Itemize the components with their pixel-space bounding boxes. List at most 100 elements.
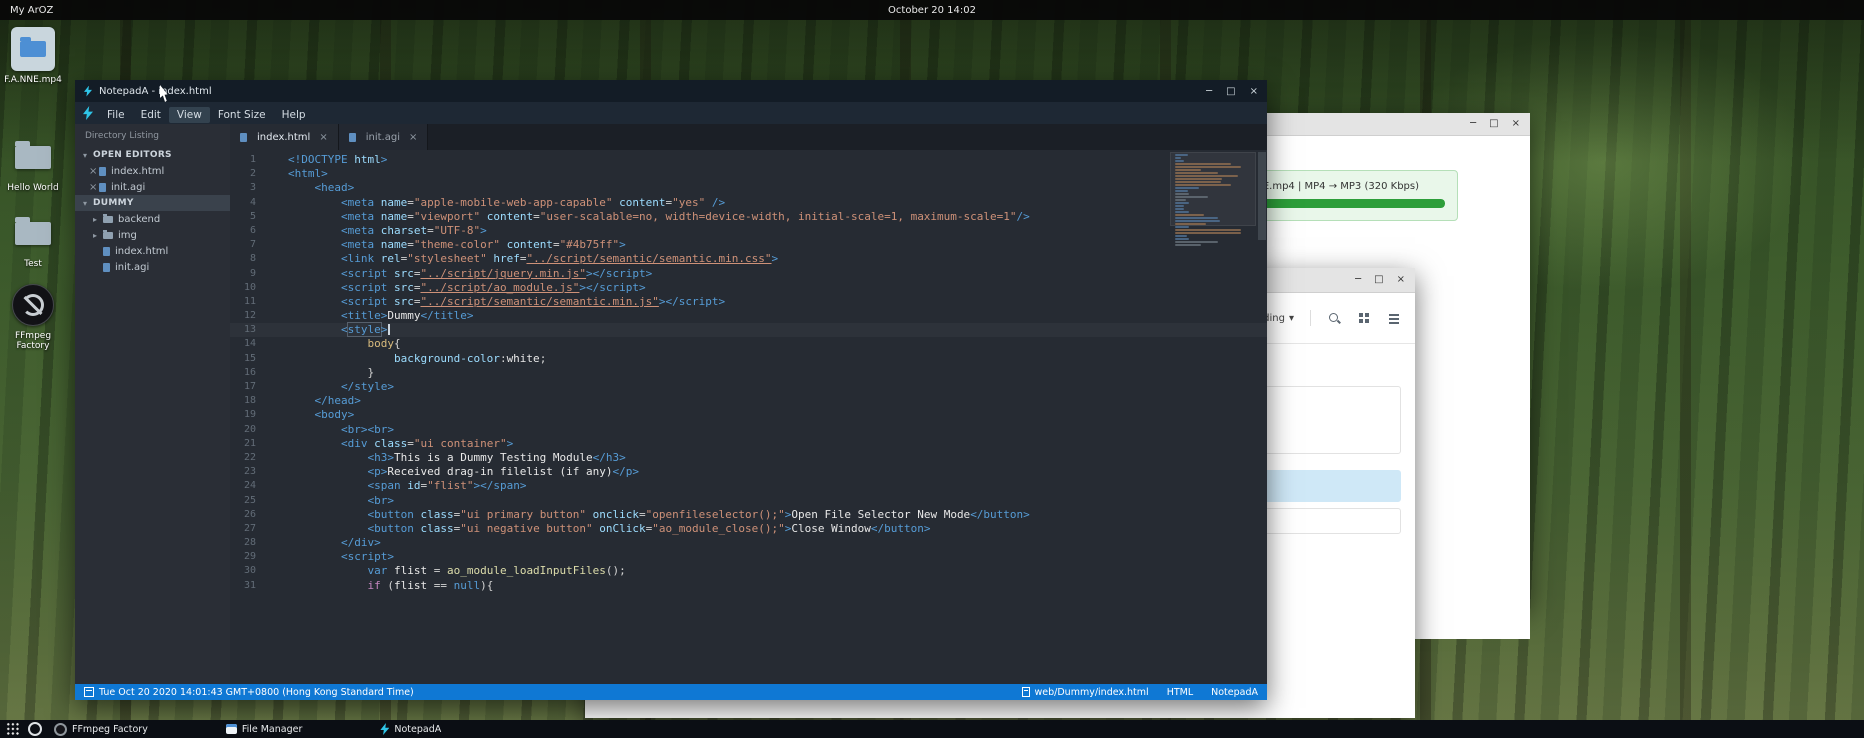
menu-bar: FileEditViewFont SizeHelp [75,102,1267,124]
notepada-logo-icon [83,106,93,120]
divider [1310,310,1311,326]
code-line-18: 18 </head> [230,394,1267,408]
folder-icon [15,146,51,169]
code-editor[interactable]: 1<!DOCTYPE html>2<html>3 <head>4 <meta n… [230,150,1267,684]
file-manager-icon [226,724,237,734]
status-datetime: Tue Oct 20 2020 14:01:43 GMT+0800 (Hong … [99,687,414,698]
file-name: backend [118,214,160,225]
line-number: 22 [230,451,262,465]
status-language[interactable]: HTML [1167,687,1193,698]
desktop-icon-hello-world[interactable]: Hello World [4,134,62,193]
folder-dummy[interactable]: ▾ DUMMY [75,195,230,211]
maximize-icon[interactable]: □ [1374,269,1383,291]
code-line-8: 8 <link rel="stylesheet" href="../script… [230,252,1267,266]
tab-init-agi[interactable]: init.agi× [339,124,429,150]
tree-item-init-agi[interactable]: init.agi [75,259,230,275]
code-line-15: 15 background-color:white; [230,352,1267,366]
file-icon [349,133,356,142]
list-view-icon[interactable] [1387,311,1401,325]
tree-item-index-html[interactable]: index.html [75,243,230,259]
code-line-10: 10 <script src="../script/ao_module.js">… [230,281,1267,295]
close-icon[interactable]: × [89,166,99,177]
chevron-down-icon: ▾ [1289,313,1294,324]
desktop-icon-label: Test [4,259,62,269]
chevron-right-icon: ▸ [93,215,103,224]
line-number: 7 [230,238,262,252]
ffmpeg-icon [54,723,67,736]
tile-folder-icon [4,26,62,72]
file-name: init.agi [115,262,149,273]
line-number: 11 [230,295,262,309]
minimize-icon[interactable]: ─ [1470,113,1476,135]
desktop-icon-test[interactable]: Test [4,210,62,269]
search-icon[interactable] [1327,311,1341,325]
code-line-29: 29 <script> [230,550,1267,564]
taskbar-item-file-manager[interactable]: File Manager [226,724,303,735]
taskbar-item-notepada[interactable]: NotepadA [380,723,441,735]
file-icon [103,247,110,256]
menu-file[interactable]: File [99,107,133,123]
maximize-icon[interactable]: □ [1489,113,1498,135]
folder-icon [4,134,62,180]
menu-view[interactable]: View [169,107,210,123]
code-line-20: 20 <br><br> [230,423,1267,437]
tree-item-backend[interactable]: ▸ backend [75,211,230,227]
tree-item-img[interactable]: ▸img [75,227,230,243]
folder-icon [4,210,62,256]
desktop-icon-ffmpeg-factory[interactable]: FFmpeg Factory [4,282,62,351]
topbar-brand[interactable]: My ArOZ [10,5,53,16]
file-name: img [118,230,137,241]
maximize-icon[interactable]: □ [1226,86,1235,97]
folder-icon [20,41,46,57]
close-icon[interactable]: × [1250,86,1258,97]
notepada-titlebar[interactable]: NotepadA - index.html ─ □ × [75,80,1267,102]
code-line-19: 19 <body> [230,408,1267,422]
taskbar-item-ffmpeg-factory[interactable]: FFmpeg Factory [54,723,148,736]
code-line-12: 12 <title>Dummy</title> [230,309,1267,323]
tab-bar: index.html×init.agi× [230,124,1267,150]
tab-index-html[interactable]: index.html× [230,124,339,150]
line-number: 20 [230,423,262,437]
scrollbar[interactable] [1257,150,1267,684]
desktop-icon-f-a-nne-mp4[interactable]: F.A.NNE.mp4 [4,26,62,85]
sidebar-header: Directory Listing [75,124,230,147]
launcher-icon[interactable] [28,722,42,736]
file-name: index.html [115,246,168,257]
status-file-path: web/Dummy/index.html [1035,687,1149,698]
close-icon[interactable]: × [89,182,99,193]
close-icon[interactable]: × [319,132,327,143]
close-icon[interactable]: × [409,132,417,143]
window-title: NotepadA - index.html [99,86,212,97]
line-number: 13 [230,323,262,337]
menu-edit[interactable]: Edit [133,107,169,123]
code-line-30: 30 var flist = ao_module_loadInputFiles(… [230,564,1267,578]
line-number: 8 [230,252,262,266]
open-editor-index-html[interactable]: ×index.html [75,163,230,179]
file-icon [240,133,247,142]
code-line-17: 17 </style> [230,380,1267,394]
close-icon[interactable]: × [1397,269,1405,291]
open-editors-section[interactable]: ▾ OPEN EDITORS [75,147,230,163]
taskbar-item-label: File Manager [242,724,303,735]
chevron-down-icon: ▾ [83,199,93,208]
file-icon [99,167,106,176]
close-icon[interactable]: × [1512,113,1520,135]
grid-view-icon[interactable] [1357,311,1371,325]
folder-icon [103,216,113,223]
minimize-icon[interactable]: ─ [1355,269,1361,291]
menu-font-size[interactable]: Font Size [210,107,274,123]
minimap[interactable] [1173,154,1251,247]
start-menu-icon[interactable] [6,722,20,736]
line-number: 30 [230,564,262,578]
open-editor-init-agi[interactable]: ×init.agi [75,179,230,195]
line-number: 23 [230,465,262,479]
line-number: 4 [230,196,262,210]
menu-help[interactable]: Help [274,107,314,123]
scrollbar-thumb[interactable] [1258,152,1266,240]
minimize-icon[interactable]: ─ [1206,86,1212,97]
file-icon [99,183,106,192]
code-line-31: 31 if (flist == null){ [230,579,1267,593]
notepada-icon [380,723,389,735]
clock-icon [84,687,94,697]
code-line-9: 9 <script src="../script/jquery.min.js">… [230,267,1267,281]
